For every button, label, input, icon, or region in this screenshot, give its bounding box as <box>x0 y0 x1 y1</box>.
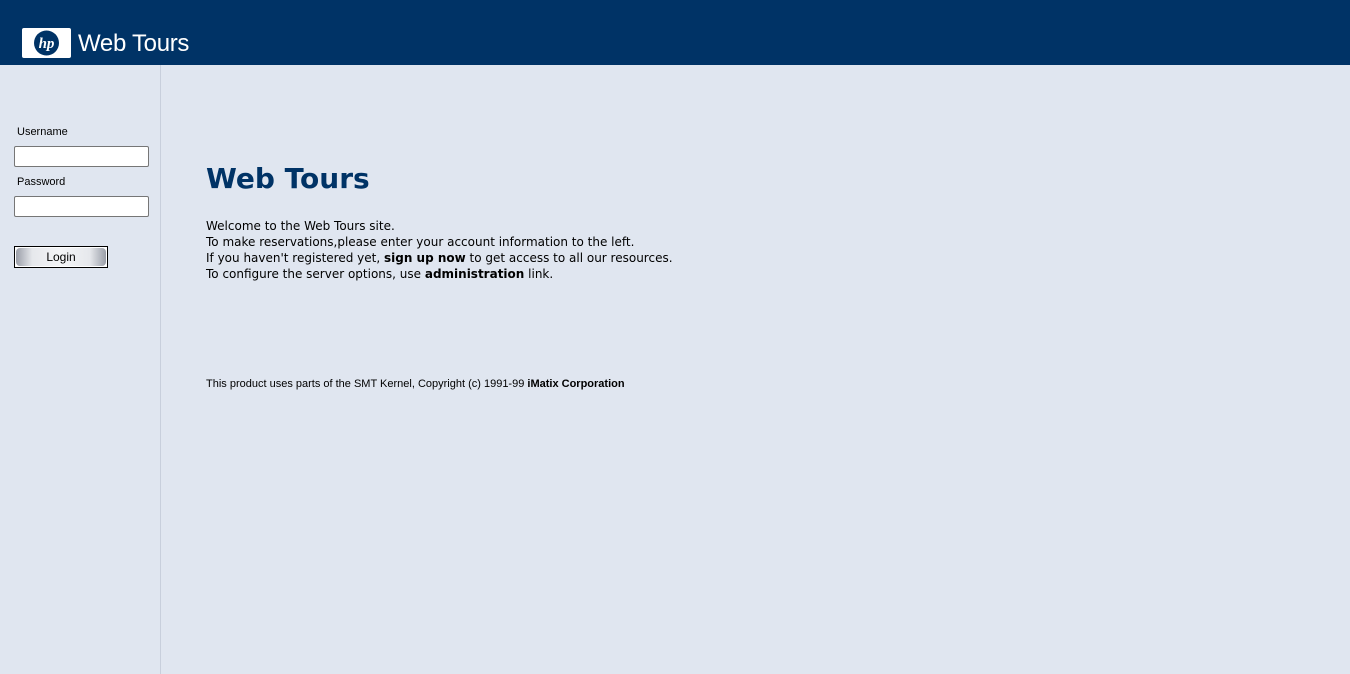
app-title: Web Tours <box>78 30 190 57</box>
username-label: Username <box>17 126 68 138</box>
welcome-line: If you haven't registered yet, sign up n… <box>206 250 673 266</box>
username-input[interactable] <box>14 146 149 167</box>
welcome-line: To configure the server options, use adm… <box>206 266 673 282</box>
signup-prefix: If you haven't registered yet, <box>206 251 384 265</box>
copyright-footer: This product uses parts of the SMT Kerne… <box>206 378 625 390</box>
password-input[interactable] <box>14 196 149 217</box>
admin-suffix: link. <box>524 267 554 281</box>
hp-logo-icon: hp <box>22 28 71 58</box>
login-button-label: Login <box>16 248 106 266</box>
password-label: Password <box>17 176 66 188</box>
svg-text:hp: hp <box>39 36 55 52</box>
main-content: Web Tours Welcome to the Web Tours site.… <box>161 65 1350 674</box>
admin-prefix: To configure the server options, use <box>206 267 425 281</box>
imatix-link[interactable]: iMatix Corporation <box>527 378 624 390</box>
sign-up-link[interactable]: sign up now <box>384 251 466 265</box>
administration-link[interactable]: administration <box>425 267 525 281</box>
welcome-text: Welcome to the Web Tours site. To make r… <box>206 218 673 282</box>
login-sidebar: Username Password Login <box>0 65 161 674</box>
welcome-line: To make reservations,please enter your a… <box>206 235 635 249</box>
login-button[interactable]: Login <box>14 246 108 268</box>
footer-text: This product uses parts of the SMT Kerne… <box>206 378 528 390</box>
signup-suffix: to get access to all our resources. <box>465 251 673 265</box>
top-banner: hp Web Tours <box>0 0 1350 65</box>
page-title: Web Tours <box>206 162 370 195</box>
welcome-line: Welcome to the Web Tours site. <box>206 219 395 233</box>
